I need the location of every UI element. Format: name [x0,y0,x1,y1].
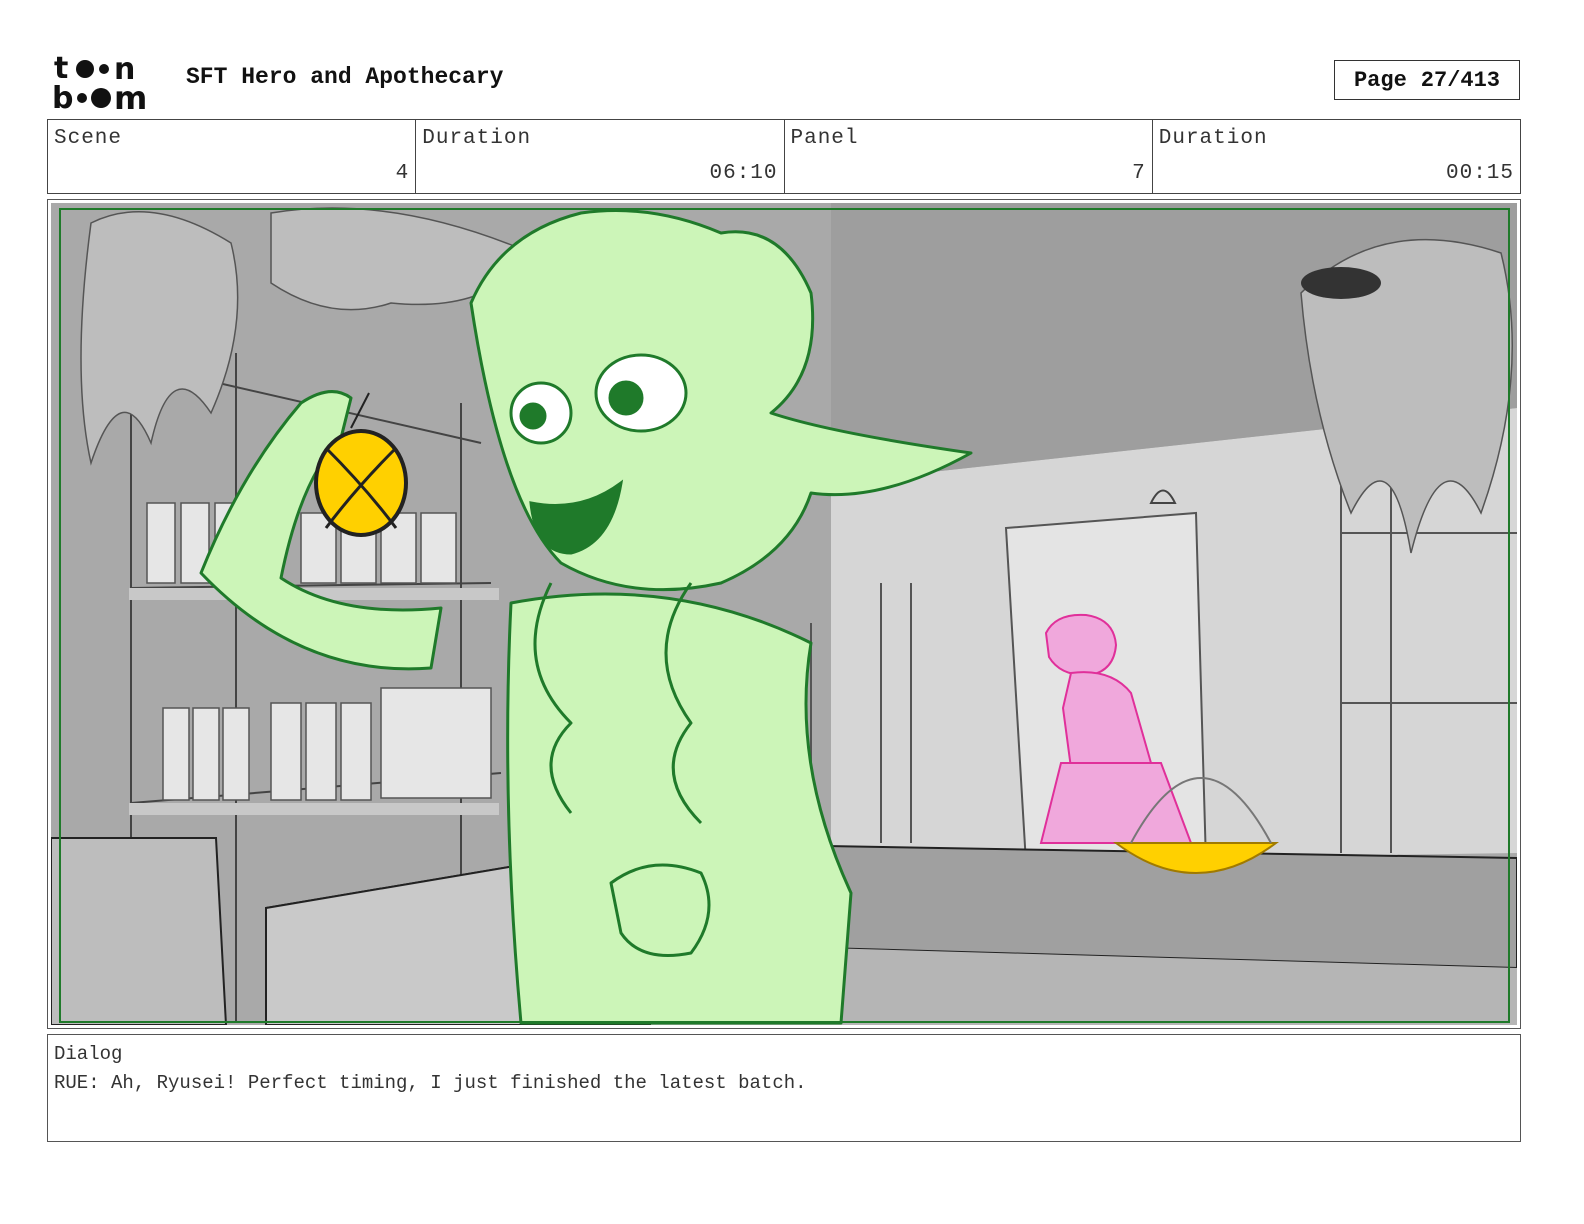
panel-duration-label: Duration [1158,127,1268,150]
page-indicator: Page 27/413 [1334,60,1520,100]
project-title: SFT Hero and Apothecary [186,64,504,90]
panel-value: 7 [1132,162,1146,185]
scene-duration-value: 06:10 [709,162,778,185]
left-counter [51,837,228,1025]
panel-duration-cell: Duration 00:15 [1153,120,1520,193]
page-number: 27/413 [1420,67,1501,93]
panel-cell: Panel 7 [785,120,1153,193]
panel-duration-value: 00:15 [1445,162,1514,185]
scene-cell: Scene 4 [48,120,417,193]
dialog-box: Dialog RUE: Ah, Ryusei! Perfect timing, … [47,1034,1521,1142]
svg-text:m: m [114,79,147,112]
panel-info-row: Scene 4 Duration 06:10 Panel 7 Duration … [47,119,1521,194]
scene-duration-cell: Duration 06:10 [416,120,785,193]
storyboard-panel [47,199,1521,1029]
scene-duration-label: Duration [422,127,532,150]
scene-label: Scene [54,127,123,150]
dialog-text: RUE: Ah, Ryusei! Perfect timing, I just … [54,1072,807,1094]
svg-text:b: b [52,81,73,112]
panel-label: Panel [790,127,859,150]
dialog-label: Dialog [54,1043,123,1065]
panel-artwork [51,203,1517,1025]
page-label: Page [1353,67,1407,93]
scene-value: 4 [395,162,410,185]
toon-boom-logo: t n b m [52,52,147,112]
